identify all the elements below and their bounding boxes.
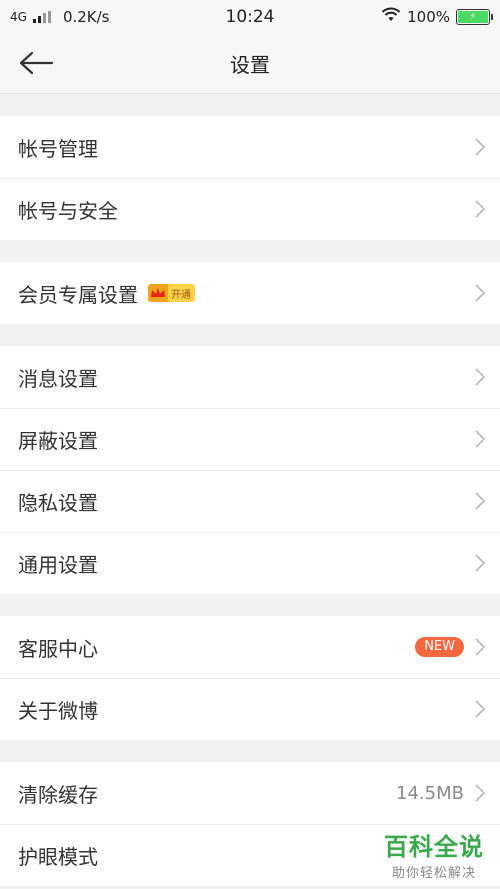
nav-bar: 设置: [0, 34, 500, 94]
new-badge: NEW: [415, 637, 464, 657]
settings-row-vip-settings[interactable]: 会员专属设置 开通: [0, 262, 500, 324]
row-right: [474, 553, 486, 573]
settings-row-about[interactable]: 关于微博: [0, 678, 500, 740]
back-button[interactable]: [18, 48, 58, 78]
signal-icon: [32, 11, 51, 23]
settings-group-support: 客服中心 NEW 关于微博: [0, 616, 500, 740]
chevron-right-icon: [475, 200, 486, 218]
settings-group-vip: 会员专属设置 开通: [0, 262, 500, 324]
row-right: [474, 199, 486, 219]
watermark: 百科全说 助你轻松解决: [384, 827, 484, 881]
row-right: [474, 283, 486, 303]
watermark-subtitle: 助你轻松解决: [391, 866, 476, 881]
chevron-right-icon: [475, 638, 486, 656]
settings-row-block[interactable]: 屏蔽设置: [0, 408, 500, 470]
row-right: [474, 137, 486, 157]
battery-charging-icon: ⚡: [458, 11, 488, 23]
chevron-right-icon: [475, 700, 486, 718]
status-time: 10:24: [225, 7, 275, 27]
network-speed: 0.2K/s: [62, 8, 110, 26]
vip-badge-text: 开通: [171, 289, 191, 301]
crown-icon: [148, 284, 168, 302]
settings-row-account-security[interactable]: 帐号与安全: [0, 178, 500, 240]
battery-percent: 100%: [407, 8, 450, 26]
row-label: 清除缓存: [18, 782, 98, 807]
vip-open-badge[interactable]: 开通: [148, 284, 195, 302]
chevron-right-icon: [475, 492, 486, 510]
chevron-right-icon: [475, 554, 486, 572]
back-arrow-icon: [19, 51, 54, 75]
row-right: [474, 367, 486, 387]
settings-group-preferences: 消息设置 屏蔽设置 隐私设置 通用设置: [0, 346, 500, 594]
settings-row-general[interactable]: 通用设置: [0, 532, 500, 594]
row-label: 客服中心: [18, 636, 98, 661]
row-right: [474, 429, 486, 449]
settings-row-message[interactable]: 消息设置: [0, 346, 500, 408]
status-right: 100% ⚡: [381, 7, 493, 27]
row-label: 护眼模式: [18, 844, 98, 869]
settings-row-account-management[interactable]: 帐号管理: [0, 116, 500, 178]
row-right: 14.5MB: [396, 783, 486, 804]
row-label: 通用设置: [18, 552, 98, 577]
wifi-icon: [381, 7, 401, 27]
chevron-right-icon: [475, 138, 486, 156]
row-right: [474, 491, 486, 511]
watermark-title: 百科全说: [384, 833, 484, 861]
status-left: 4G 0.2K/s: [10, 8, 110, 26]
settings-group-account: 帐号管理 帐号与安全: [0, 116, 500, 240]
page-title: 设置: [230, 53, 270, 77]
settings-row-privacy[interactable]: 隐私设置: [0, 470, 500, 532]
row-label: 隐私设置: [18, 490, 98, 515]
row-label: 帐号管理: [18, 136, 98, 161]
status-bar: 4G 0.2K/s 10:24 100% ⚡: [0, 0, 500, 34]
row-label: 帐号与安全: [18, 198, 118, 223]
row-label: 会员专属设置: [18, 282, 138, 307]
chevron-right-icon: [475, 430, 486, 448]
chevron-right-icon: [475, 784, 486, 802]
row-right: NEW: [415, 637, 486, 657]
settings-row-clear-cache[interactable]: 清除缓存 14.5MB: [0, 762, 500, 824]
row-label: 屏蔽设置: [18, 428, 98, 453]
row-label: 关于微博: [18, 698, 98, 723]
network-type: 4G: [10, 10, 27, 24]
chevron-right-icon: [475, 284, 486, 302]
battery-icon: ⚡: [456, 9, 493, 25]
cache-size: 14.5MB: [396, 782, 464, 804]
settings-row-customer-service[interactable]: 客服中心 NEW: [0, 616, 500, 678]
row-label: 消息设置: [18, 366, 98, 391]
row-right: [474, 699, 486, 719]
chevron-right-icon: [475, 368, 486, 386]
